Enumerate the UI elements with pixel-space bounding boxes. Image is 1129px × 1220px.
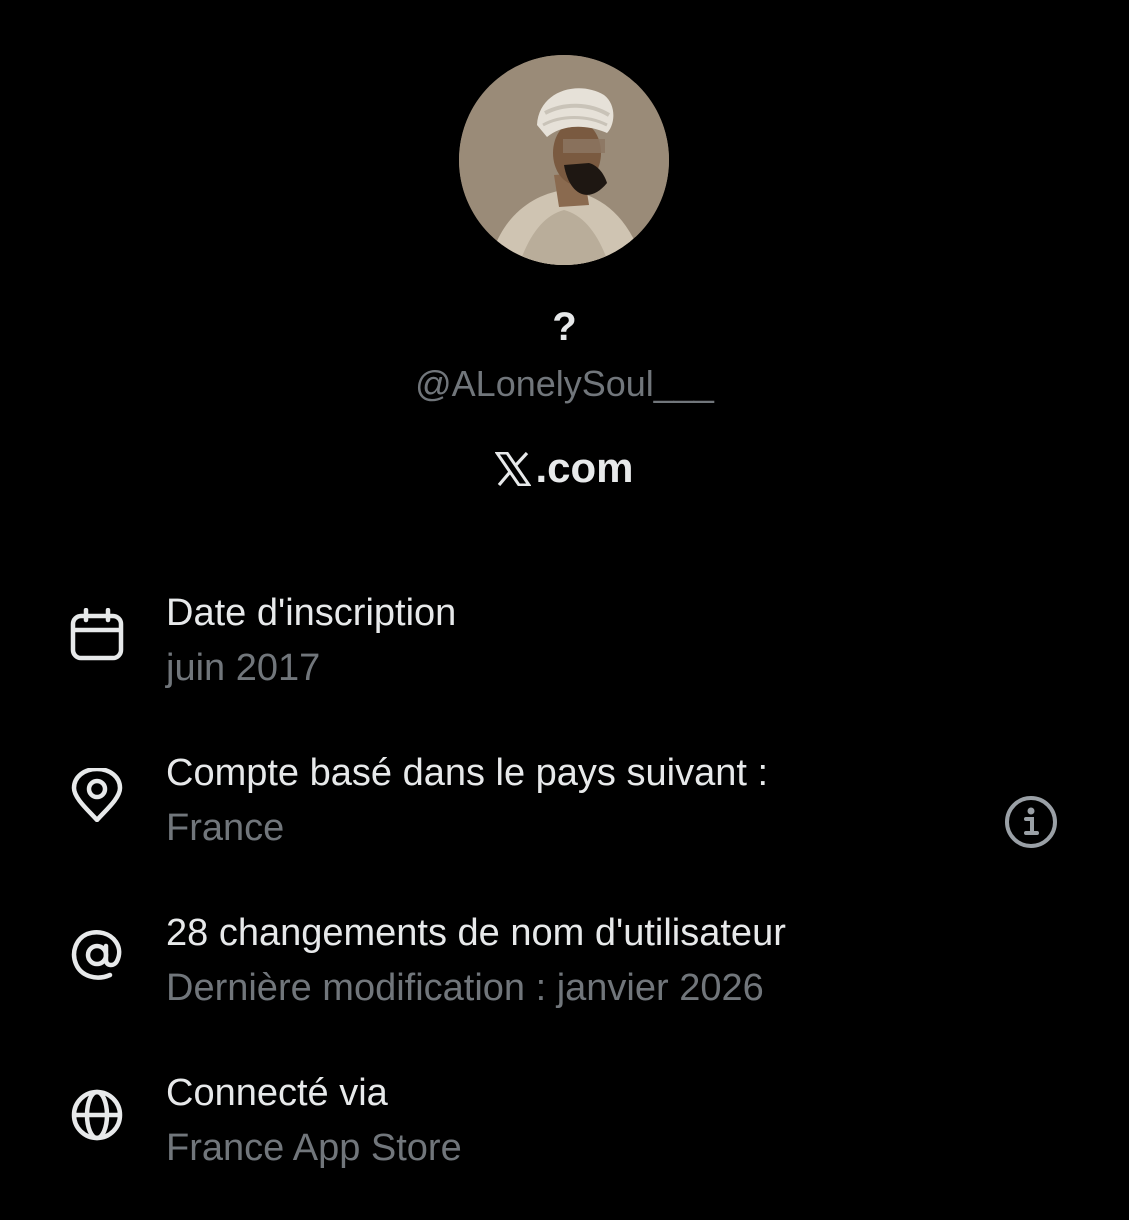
location-pin-icon [70, 766, 124, 823]
account-info-list: Date d'inscription juin 2017 Compte basé… [0, 580, 1129, 1220]
connected-via-title: Connecté via [166, 1072, 388, 1114]
country-value: France [166, 807, 285, 849]
connected-via-value: France App Store [166, 1127, 462, 1169]
x-logo-icon [494, 451, 533, 487]
avatar[interactable] [459, 55, 669, 265]
calendar-icon [70, 607, 124, 662]
info-row-joined: Date d'inscription juin 2017 [0, 580, 1129, 740]
site-label: .com [0, 440, 1129, 496]
site-suffix: .com [535, 444, 634, 491]
country-title: Compte basé dans le pays suivant : [166, 752, 769, 794]
profile-header: ? @ALonelySoul___ .com [0, 0, 1129, 500]
globe-icon [70, 1088, 124, 1142]
info-row-username-changes: 28 changements de nom d'utilisateur Dern… [0, 900, 1129, 1060]
info-row-country: Compte basé dans le pays suivant : Franc… [0, 740, 1129, 900]
joined-title: Date d'inscription [166, 592, 457, 634]
username-changes-title: 28 changements de nom d'utilisateur [166, 912, 786, 954]
username-changes-value: Dernière modification : janvier 2026 [166, 967, 764, 1009]
display-name: ? [552, 305, 577, 349]
joined-value: juin 2017 [166, 647, 321, 689]
info-circle-icon[interactable] [1003, 794, 1059, 850]
at-sign-icon [70, 928, 124, 982]
username-handle: @ALonelySoul___ [415, 363, 714, 404]
info-row-connected-via: Connecté via France App Store [0, 1060, 1129, 1220]
